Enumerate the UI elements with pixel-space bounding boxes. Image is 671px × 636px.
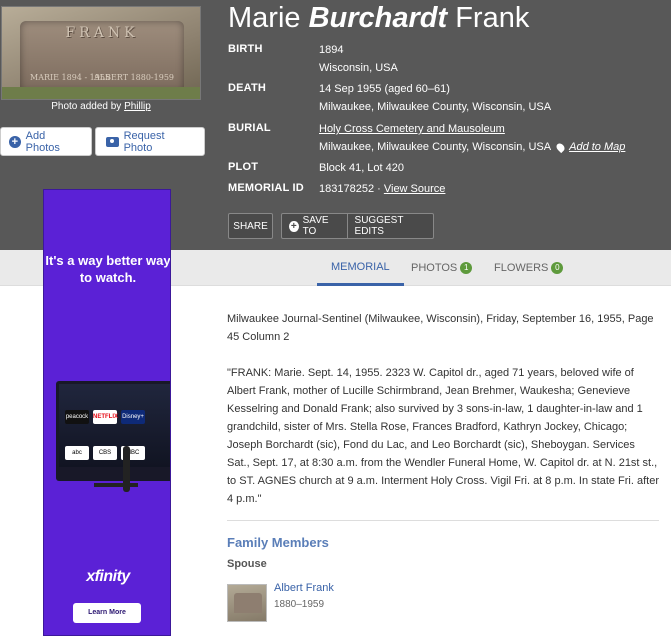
maiden-name: Burchardt — [308, 2, 448, 34]
save-to-label: SAVE TO — [302, 215, 329, 237]
tv-app-row: peacock NETFLIX Disney+ — [65, 410, 145, 424]
save-suggest-group: + SAVE TO SUGGEST EDITS — [281, 213, 434, 239]
suggest-edits-button[interactable]: SUGGEST EDITS — [346, 214, 433, 238]
tv-app-row: abc CBS NBC — [65, 446, 145, 460]
tv-illustration: peacock NETFLIX Disney+ abc CBS NBC — [56, 381, 170, 487]
headstone-name: FRANK — [65, 25, 139, 41]
plus-circle-icon: + — [9, 135, 21, 148]
birth-place: Wisconsin, USA — [319, 62, 398, 74]
view-source-link[interactable]: View Source — [384, 183, 446, 195]
spouse-dates: 1880–1959 — [274, 599, 325, 610]
plot-value: Block 41, Lot 420 — [319, 162, 405, 174]
request-photo-label: Request Photo — [123, 129, 165, 154]
save-to-button[interactable]: + SAVE TO — [282, 214, 347, 238]
spouse-photo[interactable] — [227, 584, 267, 622]
ad-headline: It's a way better way to watch. — [45, 253, 171, 285]
memorial-name: Marie Burchardt Frank — [228, 2, 529, 35]
tv-app-tile: CBS — [93, 446, 117, 460]
first-name: Marie — [228, 2, 301, 34]
burial-label: BURIAL — [228, 122, 271, 134]
tab-photos[interactable]: PHOTOS 1 — [411, 250, 473, 286]
memorial-id-value: 183178252 — [319, 183, 375, 195]
tab-photos-label: PHOTOS — [411, 262, 458, 274]
photo-caption: Photo added by Phillip — [0, 101, 202, 112]
memorial-id-row: 183178252 · View Source — [319, 180, 445, 198]
request-photo-button[interactable]: Request Photo — [95, 127, 205, 156]
headstone-image: FRANK MARIE 1894 - 1955 ALBERT 1880-1959 — [20, 21, 184, 91]
tv-app-tile: abc — [65, 446, 89, 460]
tab-memorial[interactable]: MEMORIAL — [317, 250, 404, 286]
tab-flowers-label: FLOWERS — [494, 262, 549, 274]
tv-app-tile: peacock — [65, 410, 89, 424]
family-members-heading: Family Members — [227, 535, 329, 550]
tv-app-tile: Disney+ — [121, 410, 145, 424]
advertisement[interactable]: It's a way better way to watch. peacock … — [43, 189, 171, 636]
burial-place-row: Milwaukee, Milwaukee County, Wisconsin, … — [319, 138, 625, 156]
photo-contributor-link[interactable]: Phillip — [124, 101, 151, 112]
obituary-text: "FRANK: Marie. Sept. 14, 1955. 2323 W. C… — [227, 367, 660, 505]
section-divider — [227, 520, 659, 521]
burial-place: Milwaukee, Milwaukee County, Wisconsin, … — [319, 141, 552, 153]
death-place: Milwaukee, Milwaukee County, Wisconsin, … — [319, 101, 552, 113]
death-date: 14 Sep 1955 (aged 60–61) — [319, 83, 450, 95]
photos-count-badge: 1 — [460, 262, 473, 274]
memorial-id-label: MEMORIAL ID — [228, 182, 304, 194]
ad-learn-more-button[interactable]: Learn More — [73, 603, 141, 623]
birth-date: 1894 — [319, 44, 344, 56]
headstone-right-inscription: ALBERT 1880-1959 — [94, 73, 174, 82]
map-pin-icon — [554, 141, 567, 153]
tab-flowers[interactable]: FLOWERS 0 — [494, 250, 564, 286]
tv-stand — [94, 483, 138, 487]
add-to-map-link[interactable]: Add to Map — [569, 141, 625, 153]
spouse-label: Spouse — [227, 558, 267, 570]
grass — [2, 87, 200, 99]
photo-caption-prefix: Photo added by — [51, 101, 122, 112]
death-label: DEATH — [228, 82, 267, 94]
tv-screen: peacock NETFLIX Disney+ abc CBS NBC — [59, 384, 170, 467]
xfinity-logo: xfinity — [86, 568, 130, 585]
birth-label: BIRTH — [228, 43, 263, 55]
tab-memorial-label: MEMORIAL — [331, 260, 390, 273]
cemetery-link[interactable]: Holy Cross Cemetery and Mausoleum — [319, 123, 505, 135]
burial-cemetery: Holy Cross Cemetery and Mausoleum — [319, 120, 505, 138]
spouse-name-link[interactable]: Albert Frank — [274, 582, 334, 594]
tv-app-tile: NETFLIX — [93, 410, 118, 424]
memorial-photo[interactable]: FRANK MARIE 1894 - 1955 ALBERT 1880-1959 — [1, 6, 201, 100]
remote-illustration — [123, 446, 130, 492]
plus-circle-icon: + — [289, 220, 299, 232]
separator: · — [377, 183, 381, 195]
obituary-source: Milwaukee Journal-Sentinel (Milwaukee, W… — [227, 313, 654, 343]
last-name: Frank — [455, 2, 530, 34]
flowers-count-badge: 0 — [551, 262, 564, 274]
share-button[interactable]: SHARE — [228, 213, 273, 239]
camera-icon — [106, 136, 119, 147]
plot-label: PLOT — [228, 161, 259, 173]
add-photos-button[interactable]: + Add Photos — [0, 127, 92, 156]
add-photos-label: Add Photos — [25, 129, 60, 154]
